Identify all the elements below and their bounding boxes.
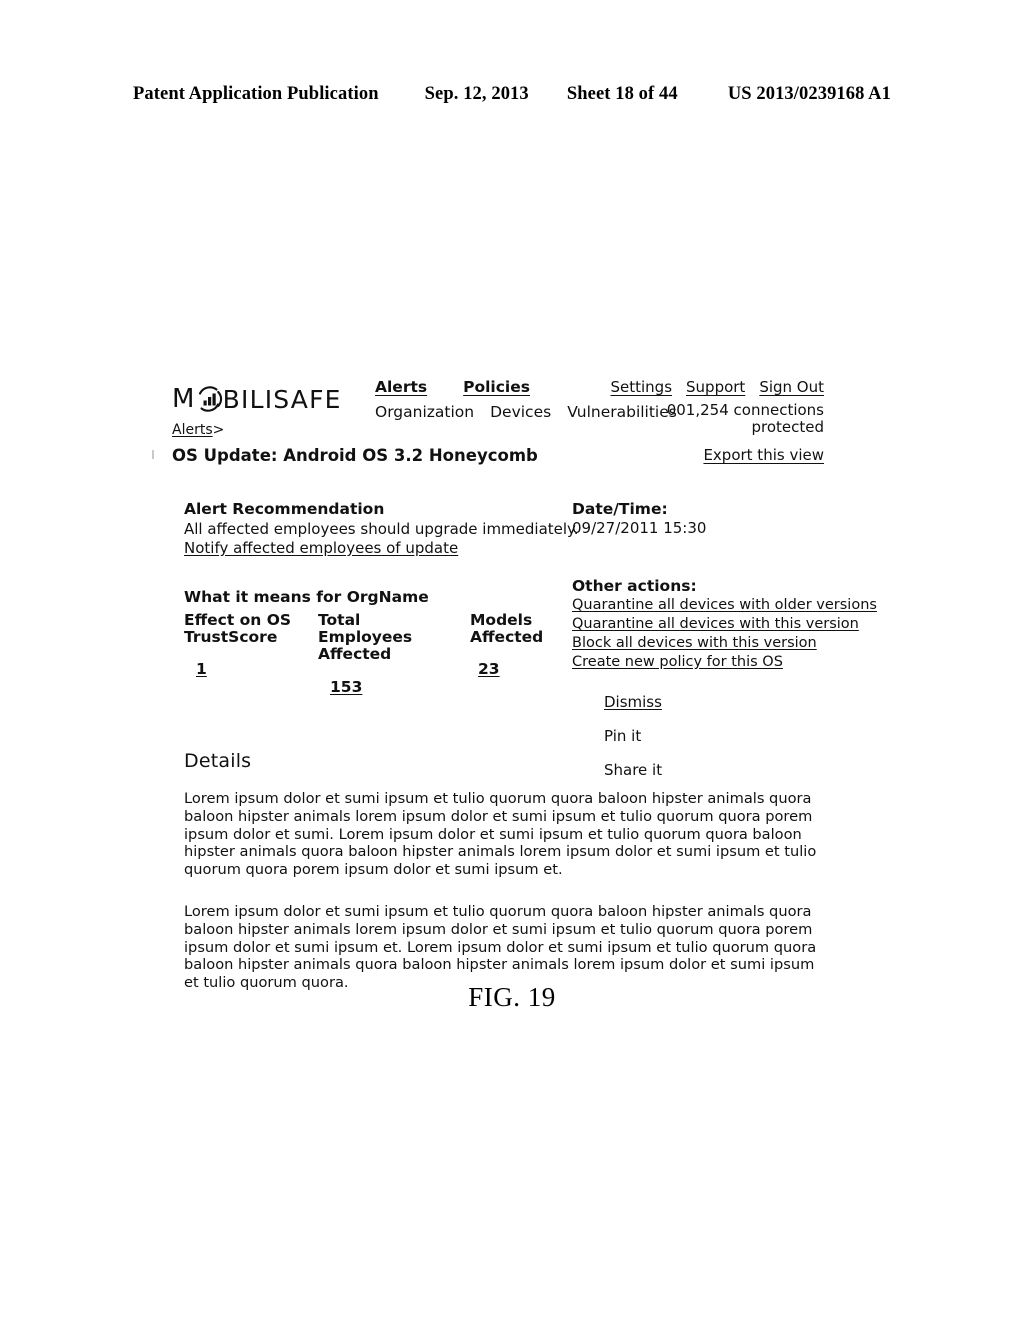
metric-label-line1: Effect on OS xyxy=(184,610,292,629)
action-quarantine-this-version[interactable]: Quarantine all devices with this version xyxy=(572,615,859,634)
metric-value-wrap: 23 xyxy=(470,660,580,678)
pin-it-button[interactable]: Pin it xyxy=(604,727,824,745)
figure-19-drawing: M BILISAFE Alerts Policies Settings Supp… xyxy=(0,0,1024,1320)
metric-effect-on-os-trustscore: Effect on OS TrustScore 1 xyxy=(184,610,304,678)
details-paragraph-2: Lorem ipsum dolor et sumi ipsum et tulio… xyxy=(184,902,817,992)
nav-item-sign-out[interactable]: Sign Out xyxy=(759,378,824,396)
scan-artifact xyxy=(152,450,154,459)
nav-item-settings[interactable]: Settings xyxy=(610,378,672,396)
datetime-label: Date/Time: xyxy=(572,500,668,518)
other-actions-heading: Other actions: xyxy=(572,577,697,595)
bar-chart-orbit-icon xyxy=(194,384,224,414)
metric-value-employees-affected[interactable]: 153 xyxy=(330,678,362,696)
metric-value-wrap: 1 xyxy=(184,660,304,678)
details-section: Details Lorem ipsum dolor et sumi ipsum … xyxy=(184,750,824,992)
metric-label-line2: TrustScore xyxy=(184,627,278,646)
nav-item-devices[interactable]: Devices xyxy=(490,403,551,421)
nav-item-policies[interactable]: Policies xyxy=(463,378,530,396)
left-column: Alert Recommendation All affected employ… xyxy=(184,500,584,696)
utility-navigation: Settings Support Sign Out xyxy=(610,378,824,396)
breadcrumb: Alerts> xyxy=(172,422,224,438)
page-title: OS Update: Android OS 3.2 Honeycomb xyxy=(172,446,538,465)
metric-models-affected: Models Affected 23 xyxy=(470,610,580,678)
metric-label-line2: Affected xyxy=(318,645,392,664)
action-quarantine-older-versions[interactable]: Quarantine all devices with older versio… xyxy=(572,596,877,615)
notify-affected-employees-link[interactable]: Notify affected employees of update xyxy=(184,539,458,557)
logo-text-before: M xyxy=(172,384,196,414)
nav-item-alerts[interactable]: Alerts xyxy=(375,378,427,396)
nav-item-organization[interactable]: Organization xyxy=(375,403,474,421)
what-it-means-heading: What it means for OrgName xyxy=(184,587,429,606)
datetime-value: 09/27/2011 15:30 xyxy=(572,519,707,537)
logo-text-after: BILISAFE xyxy=(222,384,342,414)
impact-metrics-table: Effect on OS TrustScore 1 Total Employee… xyxy=(184,610,584,696)
export-view-link-wrap: Export this view xyxy=(703,446,824,464)
export-this-view-link[interactable]: Export this view xyxy=(703,446,824,464)
details-paragraph-1: Lorem ipsum dolor et sumi ipsum et tulio… xyxy=(184,790,817,879)
action-create-new-policy[interactable]: Create new policy for this OS xyxy=(572,653,824,672)
metric-value-trustscore[interactable]: 1 xyxy=(196,660,207,678)
metric-total-employees-affected: Total Employees Affected 153 xyxy=(318,610,458,696)
metric-label: Total Employees Affected xyxy=(318,610,458,664)
figure-caption: FIG. 19 xyxy=(468,982,556,1012)
connections-label-line1: connections xyxy=(733,401,824,419)
metric-label: Effect on OS TrustScore xyxy=(184,610,304,647)
mobilisafe-app-window: M BILISAFE Alerts Policies Settings Supp… xyxy=(152,378,877,991)
breadcrumb-item-alerts[interactable]: Alerts xyxy=(172,422,213,438)
mobilisafe-logo[interactable]: M BILISAFE xyxy=(172,384,342,414)
action-block-this-version[interactable]: Block all devices with this version xyxy=(572,634,824,653)
connections-count: 001,254 xyxy=(666,401,729,419)
connections-label-line2: protected xyxy=(751,417,824,436)
metric-value-wrap: 153 xyxy=(318,678,458,696)
metric-label: Models Affected xyxy=(470,610,580,647)
app-top-bar: M BILISAFE Alerts Policies Settings Supp… xyxy=(152,378,824,465)
dismiss-button[interactable]: Dismiss xyxy=(604,693,662,711)
dismiss-action-wrap: Dismiss xyxy=(604,693,824,711)
metric-label-line2: Affected xyxy=(470,627,544,646)
alert-recommendation-text: All affected employees should upgrade im… xyxy=(184,520,579,538)
connections-protected-counter: 001,254 connections protected xyxy=(624,402,824,436)
nav-item-support[interactable]: Support xyxy=(686,378,745,396)
details-heading: Details xyxy=(184,750,252,772)
primary-navigation: Alerts Policies xyxy=(375,378,530,396)
metric-value-models-affected[interactable]: 23 xyxy=(478,660,500,678)
breadcrumb-separator: > xyxy=(212,422,225,438)
metric-label-line1: Models xyxy=(470,610,533,629)
other-actions-list: Quarantine all devices with older versio… xyxy=(572,596,877,672)
metric-label-line1: Total Employees xyxy=(318,610,413,646)
alert-recommendation-heading: Alert Recommendation xyxy=(184,500,385,518)
notify-employees-link-wrap: Notify affected employees of update xyxy=(184,539,584,558)
